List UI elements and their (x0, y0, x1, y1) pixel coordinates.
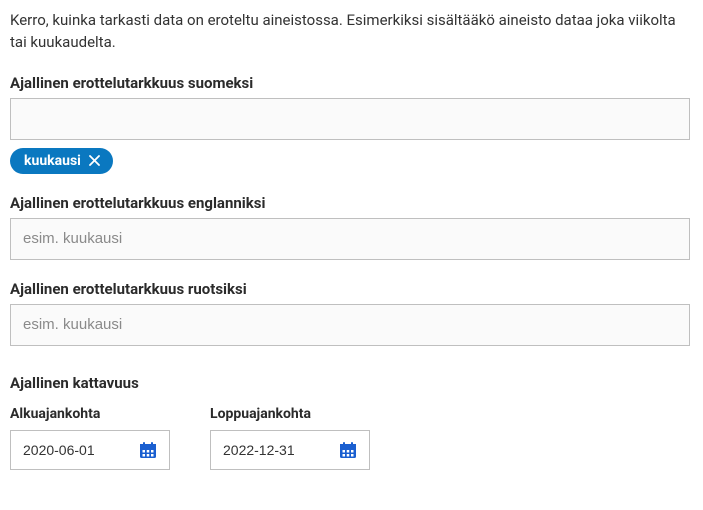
tag-kuukausi: kuukausi (10, 148, 113, 174)
label-resolution-sv: Ajallinen erottelutarkkuus ruotsiksi (10, 280, 693, 298)
label-end-date: Loppuajankohta (210, 406, 370, 422)
tag-row-fi: kuukausi (10, 148, 693, 174)
date-row: Alkuajankohta Loppuajankohta (10, 406, 693, 470)
end-date-input[interactable] (221, 441, 316, 459)
end-date-wrap (210, 430, 370, 470)
input-resolution-fi[interactable] (10, 98, 690, 140)
input-resolution-sv[interactable] (10, 304, 690, 346)
temporal-heading: Ajallinen kattavuus (10, 374, 693, 392)
calendar-icon[interactable] (137, 439, 159, 461)
start-date-wrap (10, 430, 170, 470)
date-col-start: Alkuajankohta (10, 406, 170, 470)
date-col-end: Loppuajankohta (210, 406, 370, 470)
description-text: Kerro, kuinka tarkasti data on eroteltu … (10, 10, 693, 54)
label-start-date: Alkuajankohta (10, 406, 170, 422)
label-resolution-en: Ajallinen erottelutarkkuus englanniksi (10, 194, 693, 212)
tag-label: kuukausi (24, 153, 81, 169)
calendar-icon[interactable] (337, 439, 359, 461)
close-icon[interactable] (87, 153, 103, 169)
label-resolution-fi: Ajallinen erottelutarkkuus suomeksi (10, 74, 693, 92)
start-date-input[interactable] (21, 441, 116, 459)
input-resolution-en[interactable] (10, 218, 690, 260)
